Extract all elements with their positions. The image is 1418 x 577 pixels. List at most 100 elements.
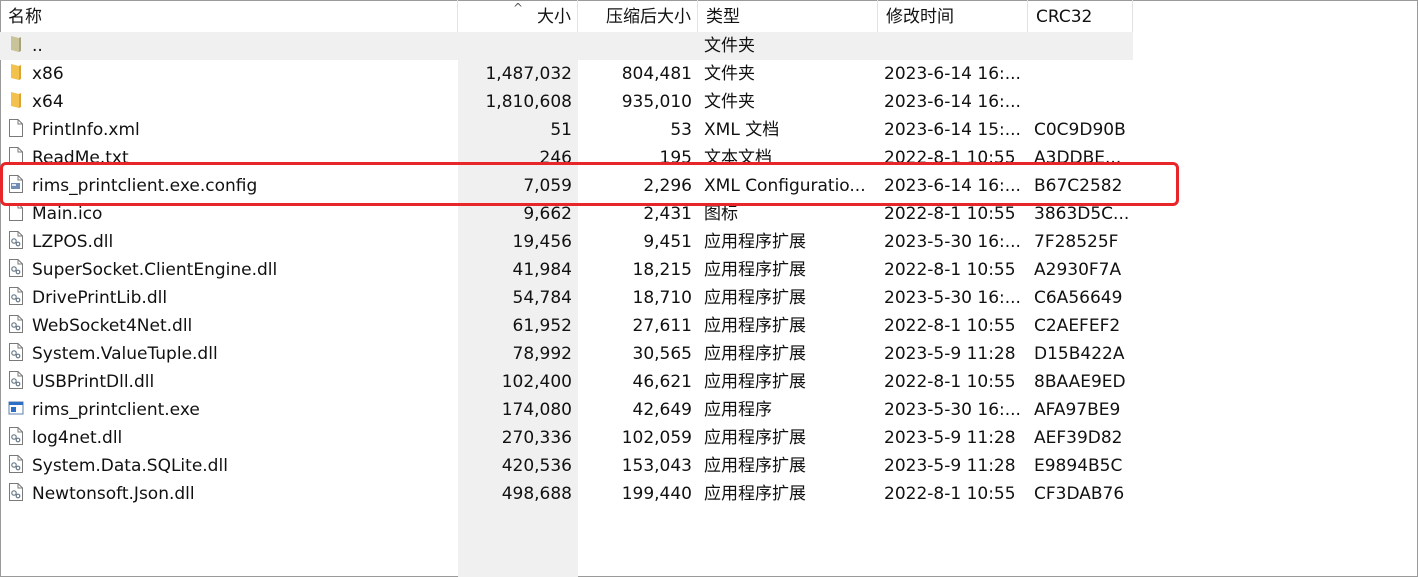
file-size: 19,456 [512,232,572,252]
compressed-size: 30,565 [632,344,692,364]
compressed-size: 153,043 [621,456,692,476]
file-name-cell: x86 [8,60,448,88]
column-header-type[interactable]: 类型 [698,0,878,32]
file-size: 270,336 [501,428,572,448]
file-name-cell: x64 [8,88,448,116]
file-row[interactable]: System.ValueTuple.dll 78,992 30,565 应用程序扩展 2… [0,340,1133,368]
compressed-size: 18,710 [632,288,692,308]
file-type: 文本文档 [704,148,772,168]
file-name-cell: LZPOS.dll [8,228,448,256]
file-row[interactable]: PrintInfo.xml 51 53 XML 文档 2023-6-14 15:... C… [0,116,1133,144]
column-header-name[interactable]: 名称 [0,0,458,32]
compressed-size: 102,059 [621,428,692,448]
crc32-value: A2930F7A [1034,260,1122,280]
sort-ascending-icon: ^ [513,1,524,15]
file-name-cell: SuperSocket.ClientEngine.dll [8,256,448,284]
compressed-size: 2,296 [643,176,692,196]
file-name: DrivePrintLib.dll [32,288,168,308]
column-header-bar: 名称 大小 压缩后大小 类型 修改时间 CRC32 ^ [0,0,1133,32]
compressed-size: 53 [670,120,692,140]
modified-time: 2022-8-1 10:55 [884,148,1016,168]
column-header-crc[interactable]: CRC32 [1028,0,1133,32]
file-type: 应用程序扩展 [704,288,806,308]
file-row[interactable]: USBPrintDll.dll 102,400 46,621 应用程序扩展 2022-8… [0,368,1133,396]
column-header-modified[interactable]: 修改时间 [878,0,1028,32]
file-row[interactable]: ReadMe.txt 246 195 文本文档 2022-8-1 10:55 A3DDBE… [0,144,1133,172]
file-row[interactable]: log4net.dll 270,336 102,059 应用程序扩展 2023-5-9 … [0,424,1133,452]
file-row[interactable]: LZPOS.dll 19,456 9,451 应用程序扩展 2023-5-30 16:.… [0,228,1133,256]
file-size: 1,487,032 [485,64,572,84]
file-name-cell: .. [8,32,448,60]
compressed-size: 195 [659,148,692,168]
file-type: 应用程序扩展 [704,484,806,504]
crc32-value: C2AEFEF2 [1034,316,1121,336]
file-row[interactable]: rims_printclient.exe 174,080 42,649 应用程序 202… [0,396,1133,424]
file-name: log4net.dll [32,428,123,448]
dll-icon [8,370,24,390]
compressed-size: 27,611 [632,316,692,336]
file-type: 应用程序扩展 [704,316,806,336]
crc32-value: C6A56649 [1034,288,1123,308]
compressed-size: 18,215 [632,260,692,280]
column-header-compressed[interactable]: 压缩后大小 [578,0,698,32]
file-row[interactable]: WebSocket4Net.dll 61,952 27,611 应用程序扩展 2022-… [0,312,1133,340]
file-name: PrintInfo.xml [32,120,140,140]
compressed-size: 9,451 [643,232,692,252]
folder-up-icon [8,34,24,54]
file-size [458,32,572,60]
file-type: 应用程序扩展 [704,260,806,280]
file-icon [8,118,24,138]
file-type: 文件夹 [704,36,755,56]
file-row[interactable]: SuperSocket.ClientEngine.dll 41,984 18,215… [0,256,1133,284]
file-name-cell: WebSocket4Net.dll [8,312,448,340]
modified-time: 2022-8-1 10:55 [884,484,1016,504]
crc32-value [1034,88,1130,116]
file-type: 文件夹 [704,64,755,84]
crc32-value: B67C2582 [1034,176,1123,196]
file-row[interactable]: Newtonsoft.Json.dll 498,688 199,440 应用程序扩展 2… [0,480,1133,508]
file-type: 图标 [704,204,738,224]
file-name-cell: rims_printclient.exe.config [8,172,448,200]
file-list: .. 文件夹 x86 1,487,032 804,481 文件夹 2023-6-14 16:… [0,32,1133,508]
dll-icon [8,314,24,334]
compressed-size: 935,010 [621,92,692,112]
file-row[interactable]: .. 文件夹 [0,32,1133,60]
crc32-value: E9894B5C [1034,456,1123,476]
file-row[interactable]: System.Data.SQLite.dll 420,536 153,043 应用程序… [0,452,1133,480]
modified-time: 2022-8-1 10:55 [884,372,1016,392]
file-size: 51 [550,120,572,140]
file-name: Newtonsoft.Json.dll [32,484,195,504]
file-type: 应用程序 [704,400,772,420]
file-row[interactable]: x86 1,487,032 804,481 文件夹 2023-6-14 16:... [0,60,1133,88]
dll-icon [8,426,24,446]
dll-icon [8,454,24,474]
file-type: 应用程序扩展 [704,456,806,476]
file-name-cell: PrintInfo.xml [8,116,448,144]
crc32-value: 3863D5C... [1034,204,1130,224]
config-file-icon [8,174,24,194]
file-type: 应用程序扩展 [704,372,806,392]
crc32-value: C0C9D90B [1034,120,1126,140]
file-row[interactable]: x64 1,810,608 935,010 文件夹 2023-6-14 16:... [0,88,1133,116]
modified-time: 2022-8-1 10:55 [884,316,1016,336]
file-name-cell: log4net.dll [8,424,448,452]
file-type: 应用程序扩展 [704,232,806,252]
file-name-cell: rims_printclient.exe [8,396,448,424]
file-row[interactable]: rims_printclient.exe.config 7,059 2,296 XML… [0,172,1133,200]
file-size: 246 [539,148,572,168]
exe-icon [8,398,24,418]
crc32-value: CF3DAB76 [1034,484,1125,504]
crc32-value: 8BAAE9ED [1034,372,1126,392]
file-name: SuperSocket.ClientEngine.dll [32,260,278,280]
dll-icon [8,230,24,250]
file-name: LZPOS.dll [32,232,114,252]
file-type: XML Configuratio... [704,176,866,196]
file-row[interactable]: Main.ico 9,662 2,431 图标 2022-8-1 10:55 3863D5… [0,200,1133,228]
file-size: 498,688 [501,484,572,504]
file-row[interactable]: DrivePrintLib.dll 54,784 18,710 应用程序扩展 2023-… [0,284,1133,312]
file-name: Main.ico [32,204,103,224]
file-name: .. [32,36,43,56]
file-name-cell: Main.ico [8,200,448,228]
dll-icon [8,342,24,362]
crc32-value: AEF39D82 [1034,428,1123,448]
